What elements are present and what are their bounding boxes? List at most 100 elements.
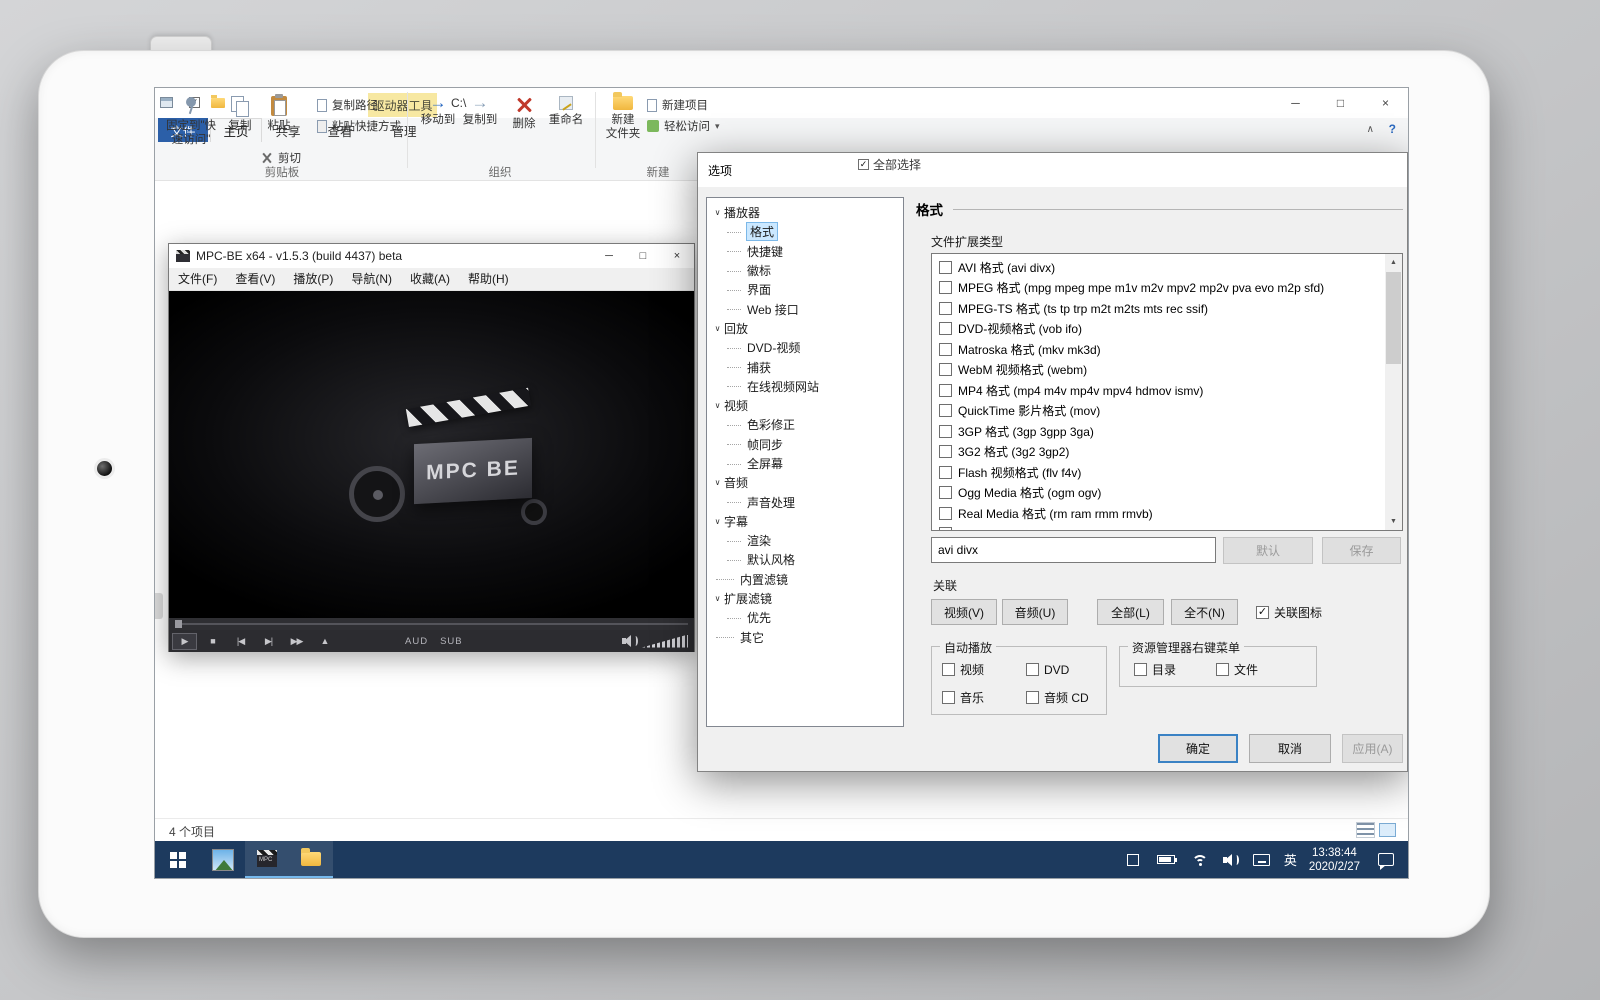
- close-button[interactable]: ×: [1363, 88, 1408, 118]
- tree-item-快捷键[interactable]: 快捷键: [707, 242, 903, 261]
- format-item[interactable]: 3GP 格式 (3gp 3gpp 3ga): [932, 421, 1382, 442]
- checkbox-unchecked[interactable]: [1134, 663, 1147, 676]
- battery-icon[interactable]: [1157, 855, 1175, 864]
- menu-item[interactable]: 帮助(H): [459, 268, 518, 290]
- tree-item-声音处理[interactable]: 声音处理: [707, 492, 903, 511]
- ribbon-collapse-icon[interactable]: ∧: [1367, 124, 1374, 135]
- copy-to-button[interactable]: → 复制到: [459, 92, 501, 127]
- checkbox-unchecked[interactable]: [939, 507, 952, 520]
- paste-shortcut-button[interactable]: 粘贴快捷方式: [317, 116, 401, 136]
- apply-button[interactable]: 应用(A): [1342, 734, 1403, 763]
- seek-thumb[interactable]: [175, 620, 182, 628]
- checkbox-unchecked[interactable]: [939, 363, 952, 376]
- start-button[interactable]: [155, 841, 201, 878]
- checkbox-item-文件[interactable]: 文件: [1216, 661, 1316, 678]
- new-item-button[interactable]: 新建项目: [647, 95, 708, 115]
- tree-item-音频[interactable]: ∨音频: [707, 473, 903, 492]
- move-to-button[interactable]: → 移动到: [417, 92, 459, 127]
- checkbox-unchecked[interactable]: [939, 527, 952, 531]
- checkbox-checked[interactable]: ✓: [1256, 606, 1269, 619]
- tree-item-格式[interactable]: 格式: [707, 222, 903, 241]
- format-item[interactable]: DVD-视频格式 (vob ifo): [932, 319, 1382, 340]
- tree-item-播放器[interactable]: ∨播放器: [707, 203, 903, 222]
- mpc-seekbar[interactable]: [169, 618, 694, 630]
- maximize-button[interactable]: □: [626, 244, 660, 268]
- menu-item[interactable]: 播放(P): [284, 268, 342, 290]
- checkbox-unchecked[interactable]: [939, 445, 952, 458]
- scrollbar[interactable]: ▲ ▼: [1385, 254, 1402, 530]
- checkbox-unchecked[interactable]: [939, 425, 952, 438]
- previous-button[interactable]: |◀: [228, 633, 253, 650]
- next-button[interactable]: ▶|: [256, 633, 281, 650]
- chevron-down-icon[interactable]: ∨: [711, 401, 724, 410]
- format-item[interactable]: AVI 格式 (avi divx): [932, 257, 1382, 278]
- checkbox-unchecked[interactable]: [939, 302, 952, 315]
- stop-button[interactable]: ■: [200, 633, 225, 650]
- tree-item-Web 接口[interactable]: Web 接口: [707, 299, 903, 318]
- delete-button[interactable]: 删除: [505, 92, 543, 131]
- checkbox-unchecked[interactable]: [1026, 691, 1039, 704]
- help-icon[interactable]: ?: [1389, 122, 1396, 136]
- cancel-button[interactable]: 取消: [1249, 734, 1331, 763]
- taskbar-explorer-button[interactable]: [289, 841, 333, 878]
- checkbox-unchecked[interactable]: [1026, 663, 1039, 676]
- taskbar-photo-app-button[interactable]: [201, 841, 245, 878]
- checkbox-unchecked[interactable]: [939, 404, 952, 417]
- maximize-button[interactable]: □: [1318, 88, 1363, 118]
- clock[interactable]: 13:38:44 2020/2/27: [1309, 846, 1360, 874]
- menu-item[interactable]: 查看(V): [226, 268, 284, 290]
- format-item-partial[interactable]: [932, 524, 1382, 532]
- volume-icon[interactable]: [622, 635, 638, 647]
- thumbnail-view-icon[interactable]: [1379, 823, 1396, 837]
- format-item[interactable]: MPEG-TS 格式 (ts tp trp m2t m2ts mts rec s…: [932, 298, 1382, 319]
- tree-item-帧同步[interactable]: 帧同步: [707, 435, 903, 454]
- tree-item-扩展滤镜[interactable]: ∨扩展滤镜: [707, 589, 903, 608]
- format-item[interactable]: Flash 视频格式 (flv f4v): [932, 462, 1382, 483]
- play-button[interactable]: ▶: [172, 633, 197, 650]
- touch-keyboard-icon[interactable]: [1253, 854, 1270, 866]
- tree-item-回放[interactable]: ∨回放: [707, 319, 903, 338]
- checkbox-unchecked[interactable]: [939, 486, 952, 499]
- tree-item-界面[interactable]: 界面: [707, 280, 903, 299]
- tree-item-全屏幕[interactable]: 全屏幕: [707, 454, 903, 473]
- wifi-icon[interactable]: [1191, 853, 1209, 866]
- tree-item-在线视频网站[interactable]: 在线视频网站: [707, 377, 903, 396]
- format-item[interactable]: MP4 格式 (mp4 m4v mp4v mpv4 hdmov ismv): [932, 380, 1382, 401]
- step-button[interactable]: ▶▶: [284, 633, 309, 650]
- mpc-video-area[interactable]: MPC BE: [169, 291, 694, 618]
- format-item[interactable]: MPEG 格式 (mpg mpeg mpe m1v m2v mpv2 mp2v …: [932, 278, 1382, 299]
- details-view-icon[interactable]: [1357, 823, 1374, 837]
- audio-assoc-button[interactable]: 音频(U): [1002, 599, 1068, 625]
- copy-button[interactable]: 复制: [221, 92, 259, 133]
- checkbox-unchecked[interactable]: [939, 384, 952, 397]
- menu-item[interactable]: 收藏(A): [401, 268, 459, 290]
- scroll-down-icon[interactable]: ▼: [1385, 513, 1402, 530]
- tray-window-icon[interactable]: [1127, 854, 1139, 866]
- tree-item-徽标[interactable]: 徽标: [707, 261, 903, 280]
- checkbox-item-音乐[interactable]: 音乐: [942, 689, 1026, 706]
- tree-item-DVD-视频[interactable]: DVD-视频: [707, 338, 903, 357]
- eject-button[interactable]: ▲: [312, 633, 337, 650]
- format-item[interactable]: Real Media 格式 (rm ram rmm rmvb): [932, 503, 1382, 524]
- tree-item-渲染[interactable]: 渲染: [707, 531, 903, 550]
- chevron-down-icon[interactable]: ∨: [711, 517, 724, 526]
- chevron-down-icon[interactable]: ∨: [711, 478, 724, 487]
- paste-button[interactable]: 粘贴: [259, 92, 299, 133]
- easy-access-button[interactable]: 轻松访问 ▾: [647, 116, 720, 136]
- checkbox-item-目录[interactable]: 目录: [1134, 661, 1216, 678]
- volume-slider[interactable]: [642, 635, 688, 648]
- rename-button[interactable]: 重命名: [543, 92, 589, 127]
- tree-item-默认风格[interactable]: 默认风格: [707, 550, 903, 569]
- checkbox-unchecked[interactable]: [939, 281, 952, 294]
- scroll-up-icon[interactable]: ▲: [1385, 254, 1402, 271]
- pin-to-quick-access-button[interactable]: 固定到"快速访问": [161, 92, 221, 147]
- subtitle-indicator[interactable]: SUB: [440, 636, 463, 647]
- minimize-button[interactable]: ─: [592, 244, 626, 268]
- chevron-down-icon[interactable]: ∨: [711, 208, 724, 217]
- taskbar-mpc-button[interactable]: [245, 841, 289, 878]
- ok-button[interactable]: 确定: [1158, 734, 1238, 763]
- format-item[interactable]: 3G2 格式 (3g2 3gp2): [932, 442, 1382, 463]
- format-item[interactable]: QuickTime 影片格式 (mov): [932, 401, 1382, 422]
- checkbox-unchecked[interactable]: [942, 663, 955, 676]
- close-button[interactable]: ×: [660, 244, 694, 268]
